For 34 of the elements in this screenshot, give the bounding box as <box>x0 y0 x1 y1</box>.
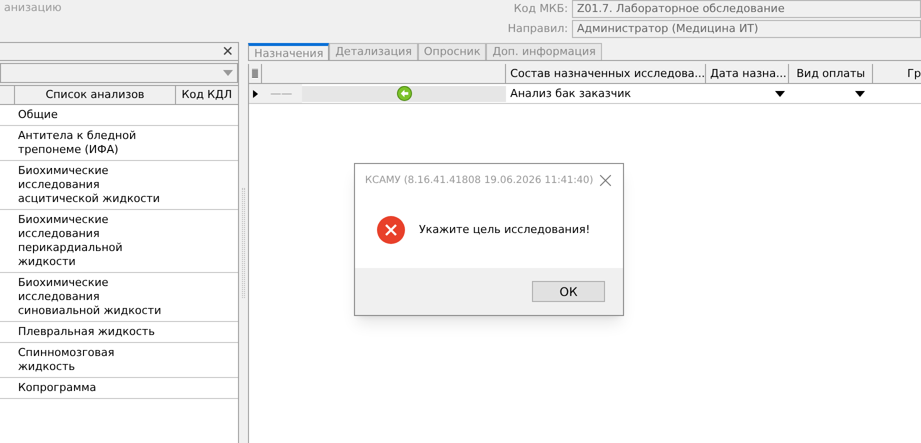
menu-icon[interactable] <box>252 69 258 78</box>
splitter-handle[interactable] <box>242 188 245 298</box>
analysis-list-item[interactable]: Биохимические исследования синовиальной жидкости <box>18 276 168 318</box>
analysis-list-item[interactable]: Биохимические исследования перикардиальной жидкости <box>18 213 168 269</box>
dropdown-arrow-icon <box>222 70 233 76</box>
arrow-left-icon[interactable] <box>396 86 412 101</box>
organization-text: анизацию <box>3 0 63 16</box>
analysis-list-item[interactable]: Копрограмма <box>18 381 168 395</box>
analysis-list-item[interactable]: Общие <box>18 108 168 122</box>
close-button[interactable]: ✕ <box>222 44 234 58</box>
analysis-list-item[interactable]: Антитела к бледной трепонеме (ИФА) <box>18 129 168 157</box>
column-header[interactable]: Список анализов <box>15 86 176 104</box>
ok-button[interactable]: ОК <box>532 281 605 302</box>
column-header[interactable]: Код КДЛ <box>176 86 238 104</box>
table-cell: —— <box>262 84 302 103</box>
analysis-list-item[interactable]: Плевральная жидкость <box>18 325 168 339</box>
error-icon <box>377 216 405 244</box>
filter-dropdown[interactable] <box>0 63 238 83</box>
dialog-message: Укажите цель исследования! <box>419 222 590 238</box>
analysis-list-item[interactable]: Спинномозговая жидкость <box>18 346 168 374</box>
close-icon[interactable] <box>600 174 611 186</box>
text-field[interactable]: Администратор (Медицина ИТ) <box>572 20 921 38</box>
column-header[interactable]: Вид оплаты <box>789 64 874 83</box>
row-pointer-icon <box>253 90 258 98</box>
column-header[interactable]: Состав назначенных исследова... <box>506 64 706 83</box>
dropdown-arrow-icon[interactable] <box>855 90 866 96</box>
column-header[interactable]: Гр <box>873 64 921 83</box>
field-label: Код МКБ: <box>512 0 568 17</box>
field-label: Направил: <box>506 20 568 37</box>
analysis-list-item[interactable]: Биохимические исследования асцитической жидкости <box>18 164 168 206</box>
text-field[interactable]: Z01.7. Лабораторное обследование <box>572 0 921 18</box>
dialog-title: КСАМУ (8.16.41.41808 19.06.2026 11:41:40) <box>365 174 594 188</box>
column-header[interactable]: Дата назна... <box>706 64 790 83</box>
dropdown-arrow-icon[interactable] <box>775 90 786 96</box>
